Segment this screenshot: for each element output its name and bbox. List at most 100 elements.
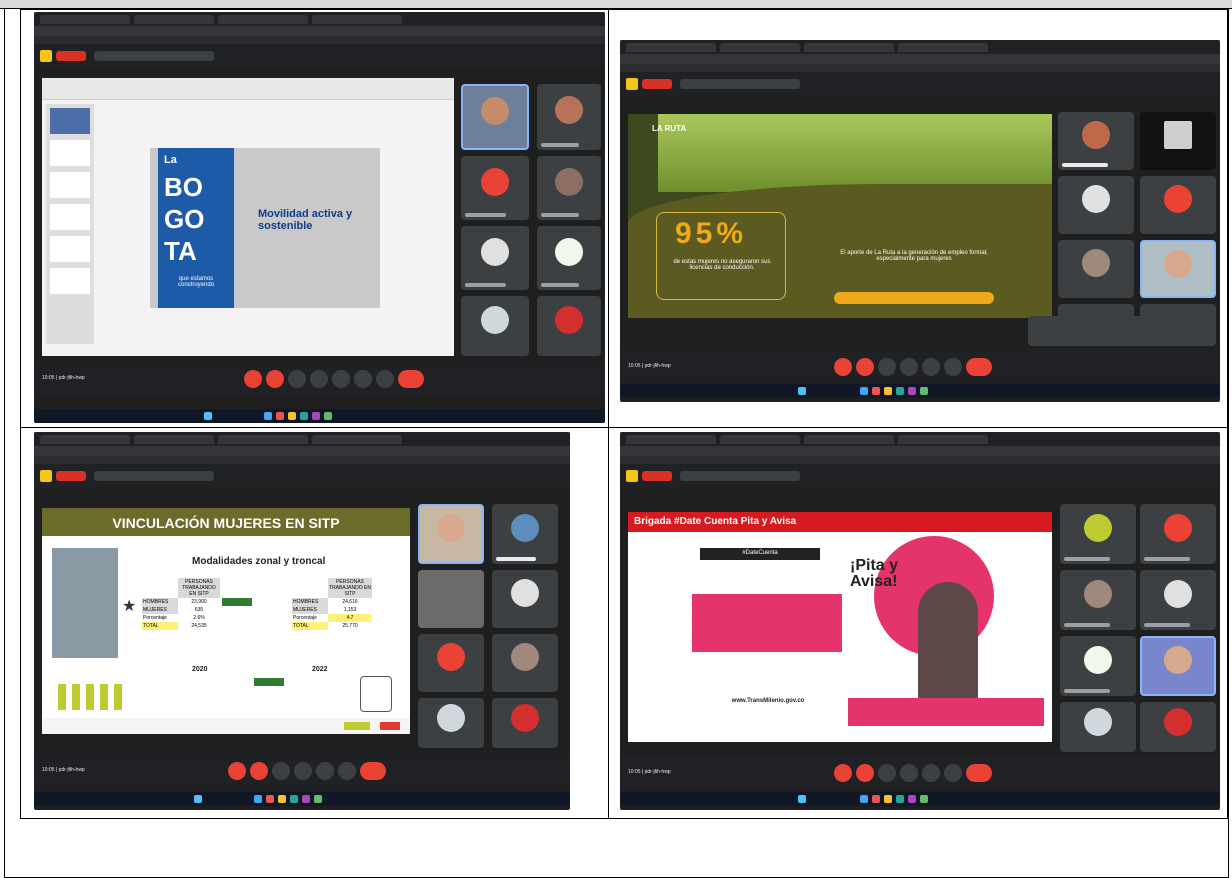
end-call-button[interactable] bbox=[360, 762, 386, 780]
taskbar-app-icon[interactable] bbox=[920, 387, 928, 395]
more-button[interactable] bbox=[944, 764, 962, 782]
taskbar-app-icon[interactable] bbox=[908, 795, 916, 803]
captions-button[interactable] bbox=[878, 764, 896, 782]
raise-hand-button[interactable] bbox=[294, 762, 312, 780]
mic-button[interactable] bbox=[228, 762, 246, 780]
participant-tile[interactable] bbox=[537, 226, 601, 290]
camera-button[interactable] bbox=[856, 358, 874, 376]
taskbar-app-icon[interactable] bbox=[266, 795, 274, 803]
end-call-button[interactable] bbox=[966, 764, 992, 782]
participant-tile[interactable] bbox=[1140, 504, 1216, 564]
participant-tile[interactable] bbox=[1140, 112, 1216, 170]
chat-notification[interactable] bbox=[1028, 316, 1216, 346]
taskbar-app-icon[interactable] bbox=[254, 795, 262, 803]
participant-tile[interactable] bbox=[537, 296, 601, 356]
taskbar-app-icon[interactable] bbox=[314, 795, 322, 803]
participant-tile[interactable] bbox=[1140, 570, 1216, 630]
windows-start-icon[interactable] bbox=[798, 387, 806, 395]
browser-tab[interactable] bbox=[134, 435, 214, 444]
present-button[interactable] bbox=[332, 370, 350, 388]
participant-tile[interactable] bbox=[1060, 570, 1136, 630]
end-call-button[interactable] bbox=[966, 358, 992, 376]
camera-button[interactable] bbox=[266, 370, 284, 388]
participant-tile[interactable] bbox=[1058, 176, 1134, 234]
participant-tile[interactable] bbox=[418, 698, 484, 748]
present-button[interactable] bbox=[922, 358, 940, 376]
raise-hand-button[interactable] bbox=[310, 370, 328, 388]
captions-button[interactable] bbox=[288, 370, 306, 388]
browser-tab[interactable] bbox=[40, 15, 130, 24]
participant-tile[interactable] bbox=[461, 226, 529, 290]
raise-hand-button[interactable] bbox=[900, 358, 918, 376]
mic-button[interactable] bbox=[834, 358, 852, 376]
participant-tile[interactable] bbox=[1140, 176, 1216, 234]
present-button[interactable] bbox=[316, 762, 334, 780]
captions-button[interactable] bbox=[878, 358, 896, 376]
participant-tile[interactable] bbox=[492, 504, 558, 564]
taskbar-app-icon[interactable] bbox=[884, 795, 892, 803]
browser-tab[interactable] bbox=[804, 43, 894, 52]
participant-tile[interactable] bbox=[1140, 702, 1216, 752]
browser-tab[interactable] bbox=[720, 43, 800, 52]
mic-button[interactable] bbox=[244, 370, 262, 388]
address-bar[interactable] bbox=[620, 54, 1220, 64]
participant-tile[interactable] bbox=[1140, 240, 1216, 298]
browser-tab[interactable] bbox=[804, 435, 894, 444]
taskbar-app-icon[interactable] bbox=[312, 412, 320, 420]
participant-tile[interactable] bbox=[1140, 636, 1216, 696]
present-button[interactable] bbox=[922, 764, 940, 782]
browser-tab[interactable] bbox=[898, 43, 988, 52]
browser-tab[interactable] bbox=[626, 43, 716, 52]
taskbar-app-icon[interactable] bbox=[872, 387, 880, 395]
taskbar-app-icon[interactable] bbox=[264, 412, 272, 420]
taskbar-app-icon[interactable] bbox=[288, 412, 296, 420]
captions-button[interactable] bbox=[272, 762, 290, 780]
participant-tile[interactable] bbox=[418, 504, 484, 564]
options-button[interactable] bbox=[376, 370, 394, 388]
taskbar-app-icon[interactable] bbox=[300, 412, 308, 420]
taskbar-app-icon[interactable] bbox=[302, 795, 310, 803]
taskbar-app-icon[interactable] bbox=[290, 795, 298, 803]
participant-tile[interactable] bbox=[418, 634, 484, 692]
participant-tile[interactable] bbox=[1058, 112, 1134, 170]
camera-button[interactable] bbox=[856, 764, 874, 782]
address-bar[interactable] bbox=[34, 26, 605, 36]
taskbar-app-icon[interactable] bbox=[276, 412, 284, 420]
browser-tab[interactable] bbox=[720, 435, 800, 444]
taskbar-app-icon[interactable] bbox=[860, 795, 868, 803]
participant-tile[interactable] bbox=[537, 156, 601, 220]
taskbar-app-icon[interactable] bbox=[920, 795, 928, 803]
browser-tab[interactable] bbox=[40, 435, 130, 444]
browser-tab[interactable] bbox=[898, 435, 988, 444]
camera-button[interactable] bbox=[250, 762, 268, 780]
taskbar-app-icon[interactable] bbox=[872, 795, 880, 803]
participant-tile[interactable] bbox=[418, 570, 484, 628]
address-bar[interactable] bbox=[34, 446, 570, 456]
mic-button[interactable] bbox=[834, 764, 852, 782]
more-button[interactable] bbox=[354, 370, 372, 388]
browser-tab[interactable] bbox=[218, 435, 308, 444]
windows-start-icon[interactable] bbox=[194, 795, 202, 803]
windows-start-icon[interactable] bbox=[204, 412, 212, 420]
participant-tile[interactable] bbox=[1058, 240, 1134, 298]
participant-tile[interactable] bbox=[492, 698, 558, 748]
taskbar-app-icon[interactable] bbox=[278, 795, 286, 803]
taskbar-app-icon[interactable] bbox=[908, 387, 916, 395]
browser-tab[interactable] bbox=[218, 15, 308, 24]
taskbar-app-icon[interactable] bbox=[884, 387, 892, 395]
participant-tile[interactable] bbox=[1060, 702, 1136, 752]
more-button[interactable] bbox=[944, 358, 962, 376]
browser-tab[interactable] bbox=[312, 435, 402, 444]
taskbar-app-icon[interactable] bbox=[896, 795, 904, 803]
browser-tab[interactable] bbox=[134, 15, 214, 24]
taskbar-app-icon[interactable] bbox=[324, 412, 332, 420]
address-bar[interactable] bbox=[620, 446, 1220, 456]
raise-hand-button[interactable] bbox=[900, 764, 918, 782]
taskbar-app-icon[interactable] bbox=[860, 387, 868, 395]
participant-tile[interactable] bbox=[1060, 636, 1136, 696]
participant-tile[interactable] bbox=[461, 84, 529, 150]
end-call-button[interactable] bbox=[398, 370, 424, 388]
windows-start-icon[interactable] bbox=[798, 795, 806, 803]
browser-tab[interactable] bbox=[626, 435, 716, 444]
participant-tile[interactable] bbox=[492, 570, 558, 628]
